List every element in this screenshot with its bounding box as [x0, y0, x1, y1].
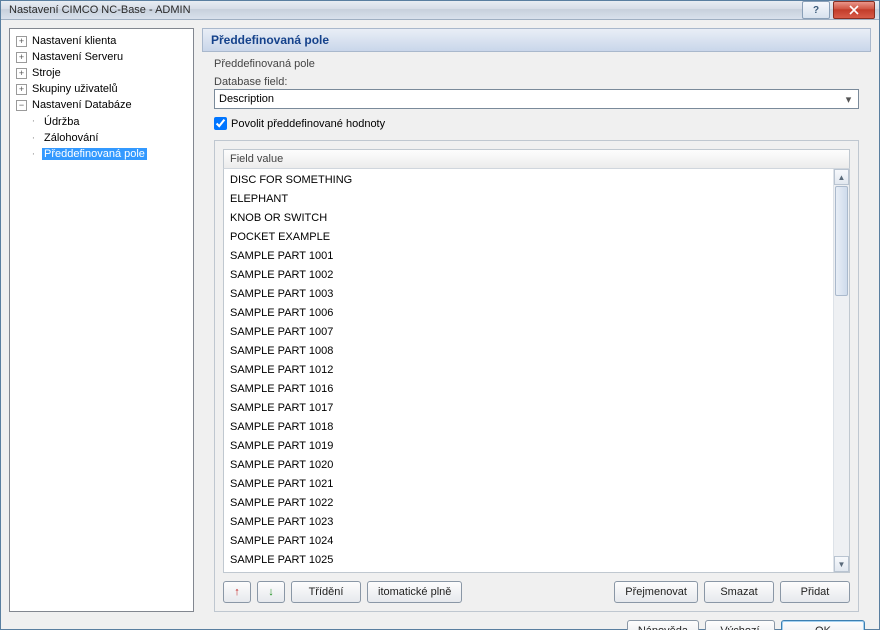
tree-leaf-icon: · [28, 113, 39, 129]
tree-item-label[interactable]: Nastavení Serveru [30, 51, 125, 63]
allow-predef-input[interactable] [214, 117, 227, 130]
values-list-wrap: DISC FOR SOMETHINGELEPHANTKNOB OR SWITCH… [223, 169, 850, 573]
upper-split: +Nastavení klienta+Nastavení Serveru+Str… [9, 28, 871, 612]
tree-item-label[interactable]: Údržba [42, 116, 81, 128]
nav-tree[interactable]: +Nastavení klienta+Nastavení Serveru+Str… [9, 28, 194, 612]
default-button[interactable]: Výchozí [705, 620, 775, 630]
list-item[interactable]: SAMPLE PART 1021 [224, 475, 833, 494]
client-area: +Nastavení klienta+Nastavení Serveru+Str… [1, 20, 879, 630]
values-column-header[interactable]: Field value [223, 149, 850, 169]
list-item[interactable]: SAMPLE PART 1002 [224, 266, 833, 285]
list-item[interactable]: SAMPLE PART 1016 [224, 380, 833, 399]
pane-body: Předdefinovaná pole Database field: Desc… [202, 52, 871, 612]
collapse-icon[interactable]: − [16, 100, 27, 111]
tree-item-label[interactable]: Nastavení klienta [30, 35, 118, 47]
list-item[interactable]: SAMPLE PART 1007 [224, 323, 833, 342]
scroll-down-icon[interactable]: ▼ [834, 556, 849, 572]
list-item[interactable]: SAMPLE PART 1003 [224, 285, 833, 304]
list-item[interactable]: KNOB OR SWITCH [224, 209, 833, 228]
content-pane: Předdefinovaná pole Předdefinovaná pole … [202, 28, 871, 612]
tree-item[interactable]: ·Zálohování [28, 130, 191, 146]
tree-item[interactable]: +Nastavení klienta [16, 33, 191, 49]
list-item[interactable]: SAMPLE PART 1019 [224, 437, 833, 456]
dbfield-value: Description [219, 93, 274, 105]
delete-button[interactable]: Smazat [704, 581, 774, 603]
list-buttons: ↑ ↓ Třídění itomatické plně Přejmenovat … [223, 581, 850, 603]
list-item[interactable]: SAMPLE PART 1022 [224, 494, 833, 513]
window-buttons: ? [802, 1, 875, 19]
help-icon[interactable]: ? [802, 1, 830, 19]
list-item[interactable]: SAMPLE PART 1001 [224, 247, 833, 266]
expand-icon[interactable]: + [16, 52, 27, 63]
tree-item[interactable]: ·Předdefinovaná pole [28, 146, 191, 162]
tree-item-label[interactable]: Stroje [30, 67, 63, 79]
list-item[interactable]: SAMPLE PART 1023 [224, 513, 833, 532]
move-up-button[interactable]: ↑ [223, 581, 251, 603]
tree-item-label[interactable]: Zálohování [42, 132, 100, 144]
scroll-thumb[interactable] [835, 186, 848, 296]
expand-icon[interactable]: + [16, 84, 27, 95]
arrow-down-icon: ↓ [268, 586, 274, 598]
dbfield-label: Database field: [214, 76, 859, 88]
allow-predef-checkbox[interactable]: Povolit předdefinované hodnoty [214, 117, 859, 130]
scroll-up-icon[interactable]: ▲ [834, 169, 849, 185]
list-item[interactable]: SAMPLE PART 1006 [224, 304, 833, 323]
tree-item[interactable]: +Nastavení Serveru [16, 49, 191, 65]
rename-button[interactable]: Přejmenovat [614, 581, 698, 603]
list-item[interactable]: SAMPLE PART 1008 [224, 342, 833, 361]
ok-button[interactable]: OK [781, 620, 865, 630]
pane-subtitle: Předdefinovaná pole [214, 58, 859, 70]
scrollbar[interactable]: ▲ ▼ [833, 169, 849, 572]
list-item[interactable]: SAMPLE PART 1012 [224, 361, 833, 380]
pane-header: Předdefinovaná pole [202, 28, 871, 52]
close-icon[interactable] [833, 1, 875, 19]
chevron-down-icon: ▾ [841, 92, 856, 106]
list-item[interactable]: DISC FOR SOMETHING [224, 171, 833, 190]
dbfield-row: Database field: Description ▾ [214, 76, 859, 109]
tree-item[interactable]: +Stroje [16, 65, 191, 81]
settings-window: Nastavení CIMCO NC-Base - ADMIN ? +Nasta… [0, 0, 880, 630]
tree-item-label[interactable]: Nastavení Databáze [30, 99, 134, 111]
tree-item-label[interactable]: Skupiny uživatelů [30, 83, 120, 95]
list-item[interactable]: SAMPLE PART 1024 [224, 532, 833, 551]
help-button[interactable]: Nápověda [627, 620, 699, 630]
tree-leaf-icon: · [28, 146, 39, 162]
allow-predef-label: Povolit předdefinované hodnoty [231, 118, 385, 130]
tree-item-label[interactable]: Předdefinovaná pole [42, 148, 147, 160]
arrow-up-icon: ↑ [234, 586, 240, 598]
values-list[interactable]: DISC FOR SOMETHINGELEPHANTKNOB OR SWITCH… [224, 169, 833, 572]
titlebar: Nastavení CIMCO NC-Base - ADMIN ? [1, 1, 879, 20]
list-item[interactable]: SAMPLE PART 1025 [224, 551, 833, 570]
move-down-button[interactable]: ↓ [257, 581, 285, 603]
list-item[interactable]: SAMPLE PART 1017 [224, 399, 833, 418]
expand-icon[interactable]: + [16, 68, 27, 79]
sort-button[interactable]: Třídění [291, 581, 361, 603]
list-item[interactable]: ELEPHANT [224, 190, 833, 209]
tree-item[interactable]: −Nastavení Databáze [16, 97, 191, 113]
list-item[interactable]: POCKET EXAMPLE [224, 228, 833, 247]
list-item[interactable]: SAMPLE PART 1018 [224, 418, 833, 437]
bottom-bar: Nápověda Výchozí OK [9, 618, 871, 630]
autofill-button[interactable]: itomatické plně [367, 581, 462, 603]
window-title: Nastavení CIMCO NC-Base - ADMIN [9, 4, 802, 16]
values-frame: Field value DISC FOR SOMETHINGELEPHANTKN… [214, 140, 859, 612]
expand-icon[interactable]: + [16, 36, 27, 47]
dbfield-dropdown[interactable]: Description ▾ [214, 89, 859, 109]
tree-item[interactable]: +Skupiny uživatelů [16, 81, 191, 97]
tree-leaf-icon: · [28, 130, 39, 146]
add-button[interactable]: Přidat [780, 581, 850, 603]
list-item[interactable]: SAMPLE PART 1020 [224, 456, 833, 475]
tree-item[interactable]: ·Údržba [28, 113, 191, 129]
